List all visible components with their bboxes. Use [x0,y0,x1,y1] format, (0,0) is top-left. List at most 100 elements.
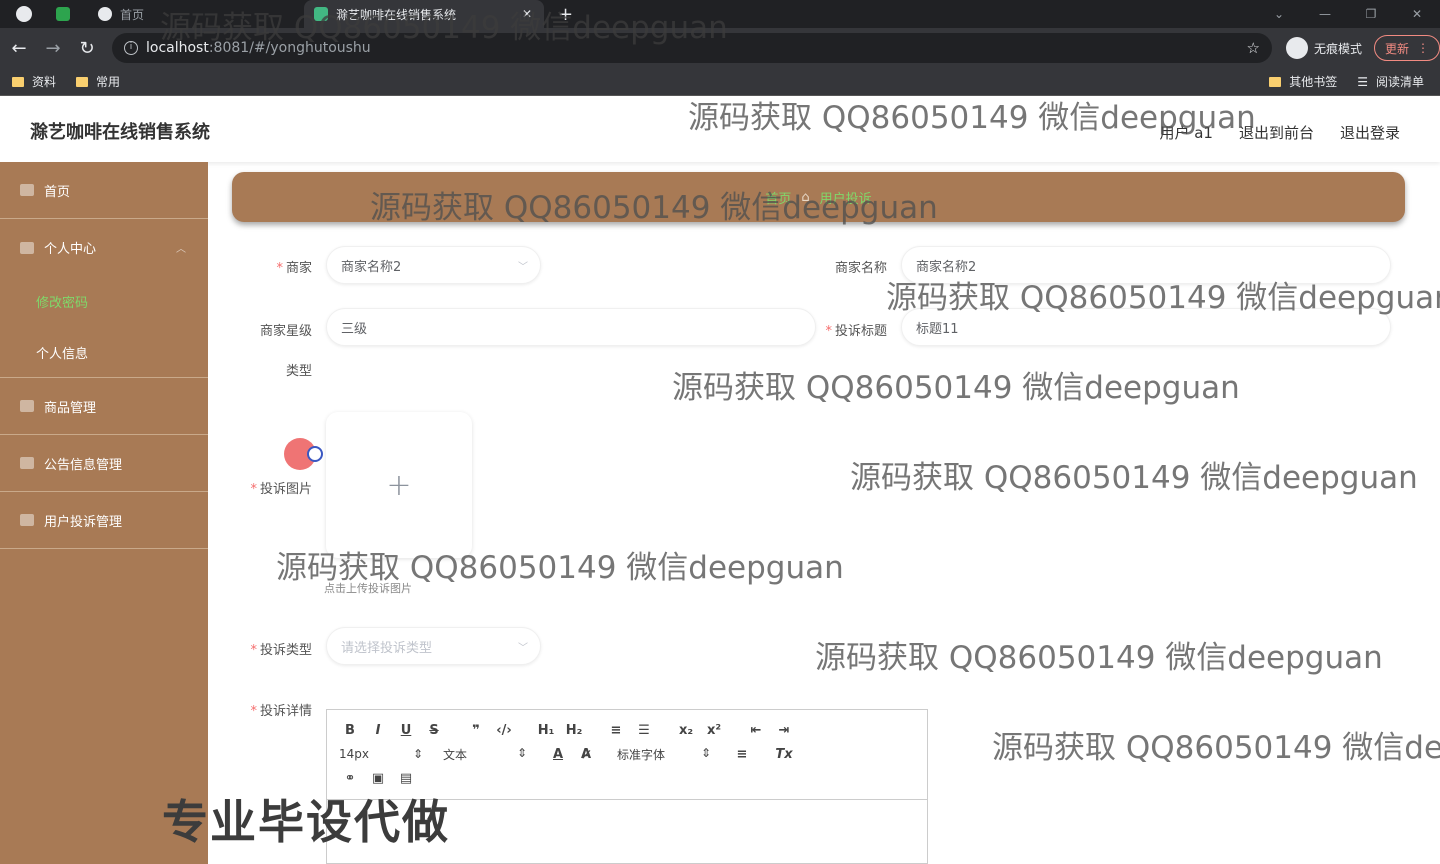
merchant-select[interactable]: 商家名称2 ﹀ [326,246,541,284]
bookmark-folder[interactable]: 常用 [76,73,120,90]
sidebar-item-label: 用户投诉管理 [44,514,123,530]
ordered-list-button[interactable]: ≡ [605,723,627,738]
image-icon[interactable]: ▣ [367,771,389,786]
notice-icon [20,457,34,469]
site-info-icon[interactable]: i [124,41,138,55]
other-bookmarks[interactable]: 其他书签 [1269,73,1337,90]
bullet-list-button[interactable]: ☰ [633,723,655,738]
merchant-name-label: 商家名称 [834,261,887,276]
window-controls: ⌄ — ❐ ✕ [1256,0,1440,28]
required-mark: * [250,704,257,719]
text-color-button[interactable]: A [547,747,569,762]
watermark: 源码获取 QQ86050149 微信deep [992,730,1440,766]
goods-icon [20,400,34,412]
incognito-indicator[interactable]: 无痕模式 [1285,37,1362,59]
tab-label: 首页 [120,7,145,22]
forward-button[interactable]: → [38,33,68,63]
type-label: 类型 [285,364,312,379]
superscript-button[interactable]: x² [703,723,725,738]
merchant-level-input[interactable]: 三级 [326,308,816,346]
sidebar-subitem-personal-info[interactable]: 个人信息 [0,327,208,378]
outdent-button[interactable]: ⇤ [745,723,767,738]
sidebar-item-label: 首页 [44,184,71,200]
chevron-up-icon: ︿ [176,244,186,255]
strike-button[interactable]: S [423,723,445,738]
video-icon[interactable]: ▤ [395,771,417,786]
blockquote-button[interactable]: ❞ [465,723,487,738]
bookmark-folder[interactable]: 资料 [12,73,56,90]
logout-link[interactable]: 退出登录 [1340,122,1400,143]
clear-format-button[interactable]: Tx [773,747,795,762]
sidebar-item-goods[interactable]: 商品管理 [0,378,208,435]
code-block-button[interactable]: ‹/› [493,723,515,738]
sidebar-item-complaints[interactable]: 用户投诉管理 [0,492,208,549]
italic-button[interactable]: I [367,723,389,738]
folder-icon [1269,76,1282,87]
required-mark: * [250,643,257,658]
home-icon [20,184,34,196]
watermark: 源码获取 QQ86050149 微信deepguan [370,190,938,226]
sidebar-item-label: 商品管理 [44,400,97,416]
required-mark: * [825,324,832,339]
font-family-select[interactable]: 标准字体 ⇕ [617,746,711,763]
tab-search-button[interactable]: ⌄ [1256,0,1302,28]
background-color-button[interactable]: A̷ [575,747,597,762]
bookmark-label: 阅读清单 [1375,75,1424,89]
sidebar-subitem-change-password[interactable]: 修改密码 [0,276,208,327]
sidebar-item-notices[interactable]: 公告信息管理 [0,435,208,492]
watermark: 源码获取 QQ86050149 微信deepguan [276,550,844,586]
browser-menu-icon[interactable] [16,6,32,22]
required-mark: * [276,261,283,276]
reading-list[interactable]: ☰ 阅读清单 [1357,73,1424,90]
heading1-button[interactable]: H₁ [535,723,557,738]
bookmark-star-icon[interactable]: ☆ [1247,39,1260,57]
merchant-level-value: 三级 [341,321,368,337]
close-window-button[interactable]: ✕ [1394,0,1440,28]
complaint-title-label: * 投诉标题 [825,324,887,339]
indent-button[interactable]: ⇥ [773,723,795,738]
complaint-title-value: 标题11 [916,321,959,337]
folder-icon [12,76,24,87]
watermark: 源码获取 QQ86050149 微信deepguan [815,640,1383,676]
update-label: 更新 [1384,41,1409,56]
merchant-label: * 商家 [276,261,312,276]
complaint-type-select[interactable]: 请选择投诉类型 ﹀ [326,627,541,665]
sidebar-item-home[interactable]: 首页 [0,162,208,219]
align-button[interactable]: ≡ [731,747,753,762]
sidebar-item-label: 公告信息管理 [44,457,123,473]
watermark: 源码获取 QQ86050149 微信deepguan [688,100,1256,136]
sidebar-subitem-label: 修改密码 [36,296,89,311]
reading-list-icon: ☰ [1357,74,1368,89]
complaint-detail-label: * 投诉详情 [250,704,312,719]
bold-button[interactable]: B [339,723,361,738]
watermark: 源码获取 QQ86050149 微信deepguan [850,460,1418,496]
subscript-button[interactable]: x₂ [675,723,697,738]
watermark: 源码获取 QQ86050149 微信deepguan [672,370,1240,406]
more-menu-icon: ⋮ [1417,41,1429,55]
merchant-select-value: 商家名称2 [341,259,402,275]
image-upload-button[interactable]: + [326,412,472,558]
promo-watermark: 专业毕设代做 [162,795,450,849]
bookmark-label: 常用 [96,75,121,89]
underline-button[interactable]: U [395,723,417,738]
merchant-level-label: 商家星级 [259,324,312,339]
minimize-button[interactable]: — [1302,0,1348,28]
incognito-icon [1285,37,1308,59]
sidebar-item-label: 个人中心 [44,242,97,257]
back-button[interactable]: ← [4,33,34,63]
globe-icon [98,7,112,21]
bookmark-label: 其他书签 [1289,75,1338,89]
paragraph-select[interactable]: 文本 ⇕ [443,746,527,763]
heading2-button[interactable]: H₂ [563,723,585,738]
sidebar-item-personal-center[interactable]: 个人中心 ︿ [0,219,208,276]
update-button[interactable]: 更新 ⋮ [1373,35,1440,61]
tab-apps[interactable] [46,0,88,28]
reload-button[interactable]: ↻ [72,33,102,63]
tab-home[interactable]: 首页 [88,0,154,28]
watermark: 源码获取 QQ86050149 微信deepguan [160,10,728,46]
user-icon [20,241,34,254]
restore-button[interactable]: ❐ [1348,0,1394,28]
font-size-select[interactable]: 14px ⇕ [339,747,423,761]
link-icon[interactable]: ⚭ [339,771,361,786]
complaint-type-placeholder: 请选择投诉类型 [341,640,433,656]
